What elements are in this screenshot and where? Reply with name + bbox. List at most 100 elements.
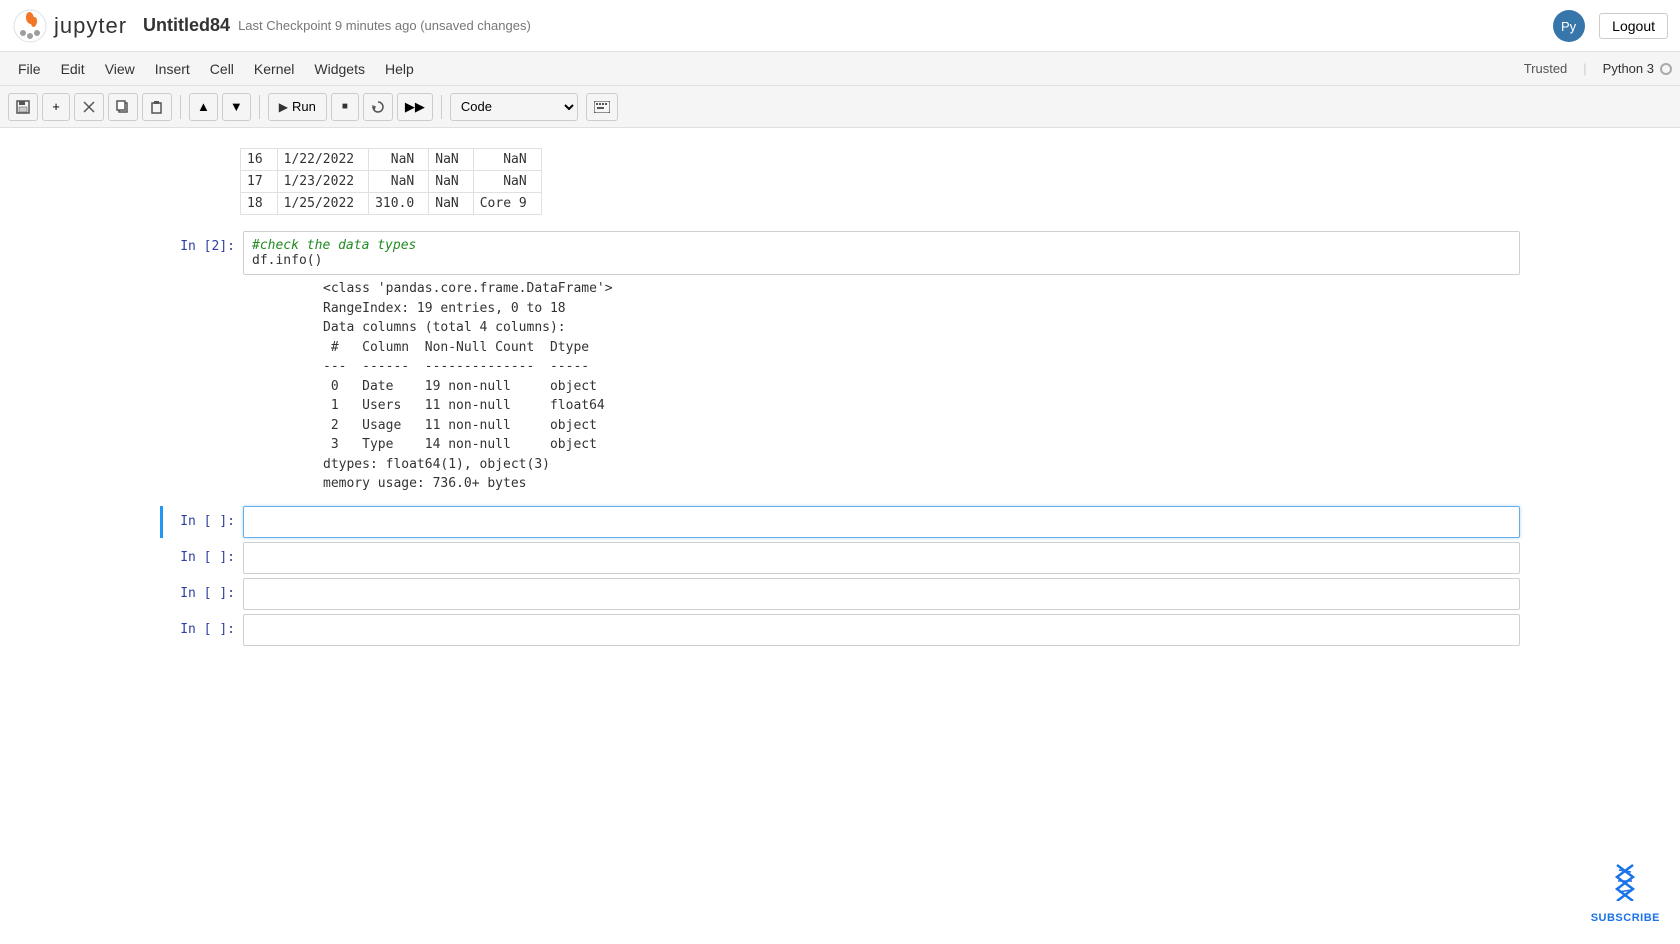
- add-cell-button[interactable]: +: [42, 93, 70, 121]
- copy-button[interactable]: [108, 93, 138, 121]
- cell-empty1-inner: In [ ]:: [163, 506, 1520, 538]
- restart-button[interactable]: [363, 93, 393, 121]
- notebook-title-area: Untitled84 Last Checkpoint 9 minutes ago…: [143, 15, 1551, 36]
- keyboard-icon: [594, 101, 610, 113]
- table-cell-usage: NaN: [429, 149, 473, 171]
- copy-icon: [116, 100, 130, 114]
- run-triangle-icon: ▶: [279, 100, 288, 114]
- table-row: 16 1/22/2022 NaN NaN NaN: [241, 149, 542, 171]
- cell-empty3: In [ ]:: [160, 578, 1520, 610]
- table-cell-index: 17: [241, 171, 278, 193]
- cell-empty1: In [ ]:: [160, 506, 1520, 538]
- kernel-indicator: Python 3: [1603, 61, 1672, 76]
- table-cell-date: 1/25/2022: [277, 193, 368, 215]
- notebook-name[interactable]: Untitled84: [143, 15, 230, 36]
- toolbar-sep2: [259, 95, 260, 119]
- paste-button[interactable]: [142, 93, 172, 121]
- menu-help[interactable]: Help: [375, 57, 424, 81]
- table-cell-index: 16: [241, 149, 278, 171]
- keyboard-shortcuts-button[interactable]: [586, 93, 618, 121]
- jupyter-logo-icon: [12, 8, 48, 44]
- cut-icon: [82, 100, 96, 114]
- cell-empty3-inner: In [ ]:: [163, 578, 1520, 610]
- cell-prompt-empty2: In [ ]:: [163, 542, 243, 573]
- toolbar: + ▲ ▼ ▶ Run ■ ▶▶: [0, 86, 1680, 128]
- table-row: 18 1/25/2022 310.0 NaN Core 9: [241, 193, 542, 215]
- cell-empty4: In [ ]:: [160, 614, 1520, 646]
- header: jupyter Untitled84 Last Checkpoint 9 min…: [0, 0, 1680, 52]
- trusted-label: Trusted: [1524, 61, 1568, 76]
- cell-empty1-input[interactable]: [243, 506, 1520, 538]
- cell-empty4-inner: In [ ]:: [163, 614, 1520, 646]
- table-cell-date: 1/23/2022: [277, 171, 368, 193]
- toolbar-sep1: [180, 95, 181, 119]
- cell-empty4-input[interactable]: [243, 614, 1520, 646]
- cell-in2-input[interactable]: #check the data types df.info(): [243, 231, 1520, 275]
- cell-empty2: In [ ]:: [160, 542, 1520, 574]
- subscribe-area[interactable]: SUBSCRIBE: [1591, 861, 1660, 924]
- cell-in2-content: #check the data types df.info() <class '…: [243, 231, 1520, 498]
- cut-button[interactable]: [74, 93, 104, 121]
- checkpoint-info: Last Checkpoint 9 minutes ago (unsaved c…: [238, 18, 531, 33]
- table-cell-type: NaN: [473, 149, 541, 171]
- cell-prompt-empty3: In [ ]:: [163, 578, 243, 609]
- table-cell-usage: NaN: [429, 171, 473, 193]
- cell-inner: In [2]: #check the data types df.info() …: [163, 231, 1520, 498]
- menubar: File Edit View Insert Cell Kernel Widget…: [0, 52, 1680, 86]
- menu-insert[interactable]: Insert: [145, 57, 200, 81]
- paste-icon: [150, 100, 164, 114]
- cell-empty2-input[interactable]: [243, 542, 1520, 574]
- restart-icon: [371, 100, 385, 114]
- python-logo-icon: Py: [1551, 8, 1587, 44]
- menu-edit[interactable]: Edit: [51, 57, 95, 81]
- kernel-label: Python 3: [1603, 61, 1654, 76]
- cell-prompt-in2: In [2]:: [163, 231, 243, 262]
- menu-file[interactable]: File: [8, 57, 51, 81]
- code-comment: #check the data types: [252, 238, 416, 253]
- table-cell-users: 310.0: [369, 193, 429, 215]
- menu-kernel[interactable]: Kernel: [244, 57, 304, 81]
- dataframe-output: 16 1/22/2022 NaN NaN NaN 17 1/23/2022 Na…: [240, 148, 1520, 215]
- menu-view[interactable]: View: [95, 57, 145, 81]
- table-row: 17 1/23/2022 NaN NaN NaN: [241, 171, 542, 193]
- svg-text:Py: Py: [1561, 19, 1577, 34]
- subscribe-label: SUBSCRIBE: [1591, 912, 1660, 924]
- cell-empty2-inner: In [ ]:: [163, 542, 1520, 574]
- move-up-button[interactable]: ▲: [189, 93, 218, 121]
- menu-cell[interactable]: Cell: [200, 57, 244, 81]
- dataframe-table: 16 1/22/2022 NaN NaN NaN 17 1/23/2022 Na…: [240, 148, 542, 215]
- dna-icon: [1609, 861, 1641, 908]
- jupyter-text: jupyter: [54, 13, 127, 39]
- table-cell-usage: NaN: [429, 193, 473, 215]
- trusted-area: Trusted | Python 3: [1524, 61, 1672, 76]
- cell-in2-output: <class 'pandas.core.frame.DataFrame'> Ra…: [323, 275, 1520, 498]
- run-button[interactable]: ▶ Run: [268, 93, 327, 121]
- code-body: df.info(): [252, 253, 322, 268]
- table-cell-date: 1/22/2022: [277, 149, 368, 171]
- stop-button[interactable]: ■: [331, 93, 359, 121]
- main-content: 16 1/22/2022 NaN NaN NaN 17 1/23/2022 Na…: [0, 128, 1680, 944]
- cell-prompt-empty1: In [ ]:: [163, 506, 243, 537]
- kernel-status-circle: [1660, 63, 1672, 75]
- run-label: Run: [292, 99, 316, 114]
- table-cell-index: 18: [241, 193, 278, 215]
- stop-icon: ■: [342, 101, 348, 112]
- cell-type-select[interactable]: Code Markdown Raw NBConvert: [450, 93, 578, 121]
- menu-widgets[interactable]: Widgets: [304, 57, 375, 81]
- table-cell-type: Core 9: [473, 193, 541, 215]
- logout-button[interactable]: Logout: [1599, 13, 1668, 39]
- cell-empty3-input[interactable]: [243, 578, 1520, 610]
- move-down-button[interactable]: ▼: [222, 93, 251, 121]
- toolbar-sep3: [441, 95, 442, 119]
- jupyter-logo: jupyter: [12, 8, 127, 44]
- fast-forward-button[interactable]: ▶▶: [397, 93, 433, 121]
- cell-in2: In [2]: #check the data types df.info() …: [160, 231, 1520, 498]
- save-button[interactable]: [8, 93, 38, 121]
- table-cell-users: NaN: [369, 149, 429, 171]
- table-cell-type: NaN: [473, 171, 541, 193]
- notebook-area: 16 1/22/2022 NaN NaN NaN 17 1/23/2022 Na…: [140, 148, 1540, 646]
- cell-prompt-empty4: In [ ]:: [163, 614, 243, 645]
- header-right: Py Logout: [1551, 8, 1668, 44]
- table-cell-users: NaN: [369, 171, 429, 193]
- save-icon: [16, 100, 30, 114]
